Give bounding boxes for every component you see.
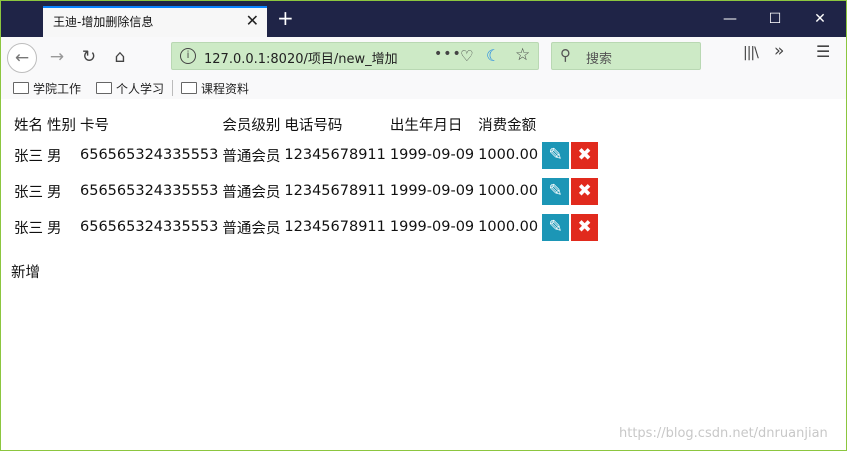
bookmark-folder-2[interactable]: 个人学习	[96, 80, 164, 97]
pocket-icon[interactable]: ♡	[460, 47, 473, 65]
cell-phone: 12345678911	[284, 219, 386, 235]
delete-x-icon[interactable]: ✖	[571, 177, 599, 205]
edit-pencil-icon[interactable]: ✎	[542, 141, 570, 169]
folder-icon	[96, 82, 112, 94]
watermark-text: https://blog.csdn.net/dnruanjian	[619, 426, 828, 441]
hamburger-menu-icon[interactable]: ☰	[816, 42, 830, 61]
table-header-row: 姓名 性别 卡号 会员级别 电话号码 出生年月日 消费金额	[12, 111, 600, 137]
bookmark-star-icon[interactable]: ☆	[515, 45, 530, 65]
cell-phone: 12345678911	[284, 183, 386, 199]
cell-birth: 1999-09-09	[389, 147, 475, 163]
window-close-button[interactable]: ✕	[797, 1, 843, 37]
search-placeholder: 搜索	[586, 52, 613, 67]
bookmark-folder-3[interactable]: 课程资料	[181, 80, 249, 97]
extension-icon[interactable]: ☾	[486, 46, 500, 65]
column-header-birth: 出生年月日	[389, 117, 463, 134]
cell-card: 656565324335553	[80, 219, 219, 235]
cell-card: 656565324335553	[80, 147, 219, 163]
cell-level: 普通会员	[222, 184, 281, 201]
column-header-actions	[540, 111, 600, 137]
info-icon[interactable]: i	[180, 48, 196, 64]
column-header-gender: 性别	[47, 117, 76, 134]
table-row: 张三 男 656565324335553 普通会员 12345678911 19…	[12, 137, 600, 173]
tab-close-icon[interactable]: ✕	[246, 11, 259, 30]
cell-amount: 1000.00	[478, 219, 539, 235]
table-row: 张三 男 656565324335553 普通会员 12345678911 19…	[12, 173, 600, 209]
add-new-link[interactable]: 新增	[11, 261, 40, 282]
cell-level: 普通会员	[222, 148, 281, 165]
back-arrow-icon[interactable]: ←	[7, 43, 37, 73]
cell-actions: ✎ ✖	[540, 173, 600, 209]
cell-birth: 1999-09-09	[389, 219, 475, 235]
library-icon[interactable]: |||\	[743, 45, 759, 61]
column-header-amount: 消费金额	[478, 117, 537, 134]
delete-x-icon[interactable]: ✖	[571, 141, 599, 169]
tab-title: 王迪-增加删除信息	[53, 15, 154, 29]
cell-gender: 男	[47, 148, 62, 165]
cell-gender: 男	[47, 220, 62, 237]
cell-name: 张三	[14, 184, 43, 201]
overflow-chevron-icon[interactable]: »	[774, 41, 784, 61]
column-header-phone: 电话号码	[284, 117, 343, 134]
reload-icon[interactable]: ↻	[75, 43, 103, 71]
new-tab-button[interactable]: +	[277, 8, 294, 28]
url-text[interactable]: 127.0.0.1:8020/项目/new_增加	[204, 48, 404, 67]
bookmark-folder-1[interactable]: 学院工作	[13, 80, 81, 97]
cell-actions: ✎ ✖	[540, 137, 600, 173]
cell-amount: 1000.00	[478, 183, 539, 199]
column-header-card: 卡号	[80, 117, 109, 134]
folder-icon	[181, 82, 197, 94]
cell-card: 656565324335553	[80, 183, 219, 199]
cell-gender: 男	[47, 184, 62, 201]
column-header-name: 姓名	[14, 117, 43, 134]
bookmarks-toolbar: 学院工作 个人学习 课程资料	[1, 77, 846, 100]
column-header-level: 会员级别	[222, 117, 281, 134]
delete-x-icon[interactable]: ✖	[571, 213, 599, 241]
home-icon[interactable]: ⌂	[106, 43, 134, 71]
cell-phone: 12345678911	[284, 147, 386, 163]
edit-pencil-icon[interactable]: ✎	[542, 213, 570, 241]
cell-birth: 1999-09-09	[389, 183, 475, 199]
cell-name: 张三	[14, 220, 43, 237]
member-table: 姓名 性别 卡号 会员级别 电话号码 出生年月日 消费金额 张三 男 65656…	[12, 111, 600, 245]
search-icon: ⚲	[560, 46, 571, 64]
address-bar[interactable]: i 127.0.0.1:8020/项目/new_增加 ••• ♡ ☾ ☆	[171, 42, 539, 70]
browser-window: 王迪-增加删除信息 ✕ + — ☐ ✕ ← → ↻ ⌂ i 127.0.0.1:…	[0, 0, 847, 451]
cell-amount: 1000.00	[478, 147, 539, 163]
table-row: 张三 男 656565324335553 普通会员 12345678911 19…	[12, 209, 600, 245]
bookmark-separator	[172, 80, 173, 96]
maximize-button[interactable]: ☐	[752, 1, 798, 37]
cell-level: 普通会员	[222, 220, 281, 237]
page-content: 姓名 性别 卡号 会员级别 电话号码 出生年月日 消费金额 张三 男 65656…	[1, 99, 846, 450]
forward-arrow-icon[interactable]: →	[43, 43, 71, 71]
tab-bar: 王迪-增加删除信息 ✕ + — ☐ ✕	[1, 1, 846, 37]
search-bar[interactable]: ⚲ 搜索	[551, 42, 701, 70]
navigation-bar: ← → ↻ ⌂ i 127.0.0.1:8020/项目/new_增加 ••• ♡…	[1, 37, 846, 78]
edit-pencil-icon[interactable]: ✎	[542, 177, 570, 205]
cell-name: 张三	[14, 148, 43, 165]
minimize-button[interactable]: —	[707, 1, 753, 37]
folder-icon	[13, 82, 29, 94]
page-actions-icon[interactable]: •••	[434, 46, 462, 62]
cell-actions: ✎ ✖	[540, 209, 600, 245]
active-tab[interactable]: 王迪-增加删除信息 ✕	[43, 6, 267, 37]
